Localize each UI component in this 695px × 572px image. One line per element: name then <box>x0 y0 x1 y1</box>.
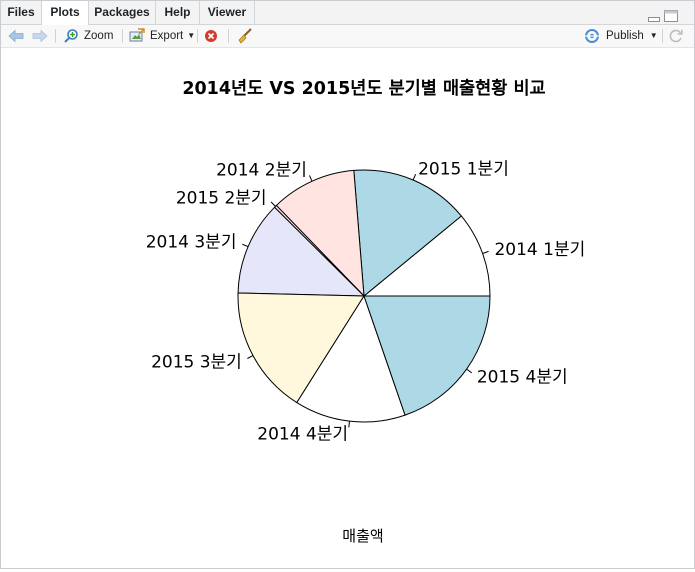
publish-label: Publish <box>606 30 644 42</box>
toolbar-divider <box>197 29 198 43</box>
refresh-icon[interactable] <box>668 25 684 47</box>
chevron-down-icon: ▼ <box>187 31 196 40</box>
pie-label: 2015 4분기 <box>477 367 568 387</box>
publish-icon <box>583 28 601 44</box>
tab-files[interactable]: Files <box>1 1 42 24</box>
pie-label: 2014 2분기 <box>216 161 307 181</box>
toolbar-divider <box>662 29 663 43</box>
export-label: Export <box>150 30 184 42</box>
toolbar-divider <box>55 29 56 43</box>
arrow-right-icon[interactable] <box>31 25 49 47</box>
pie-label-tick <box>242 243 249 248</box>
maximize-pane-icon[interactable] <box>664 7 678 22</box>
toolbar-divider <box>122 29 123 43</box>
pie-label-tick <box>466 368 473 374</box>
tab-viewer[interactable]: Viewer <box>200 1 255 24</box>
plots-toolbar: Zoom Export ▼ Publish ▼ <box>1 25 694 48</box>
zoom-icon <box>63 28 79 44</box>
export-menu-button[interactable]: Export ▼ <box>129 25 195 47</box>
pie-label: 2014 3분기 <box>146 233 237 253</box>
pie-label: 2015 3분기 <box>151 352 242 372</box>
export-icon <box>129 28 145 44</box>
broom-icon[interactable] <box>237 25 253 47</box>
pane-tabbar: Files Plots Packages Help Viewer <box>1 1 694 25</box>
zoom-label: Zoom <box>84 30 114 42</box>
pie-label-tick <box>270 201 276 207</box>
pie-label: 2014 1분기 <box>494 240 585 260</box>
toolbar-divider <box>228 29 229 43</box>
pie-label: 2015 2분기 <box>176 188 267 208</box>
zoom-button[interactable]: Zoom <box>63 25 113 47</box>
pie-label-tick <box>348 421 351 428</box>
chart-xlabel: 매출액 <box>342 527 383 545</box>
plot-canvas: 2014년도 VS 2015년도 분기별 매출현황 비교 2014 1분기 201… <box>1 48 694 568</box>
pie-label: 2015 1분기 <box>418 159 509 179</box>
chevron-down-icon: ▼ <box>649 31 658 40</box>
tab-packages[interactable]: Packages <box>89 1 156 24</box>
pie-label-tick <box>247 355 254 359</box>
pie-label: 2014 4분기 <box>257 425 348 445</box>
remove-plot-icon[interactable] <box>204 25 218 47</box>
pie-label-tick <box>482 250 489 254</box>
publish-button[interactable]: Publish ▼ <box>583 25 658 47</box>
pie-label-tick <box>309 175 313 182</box>
plots-pane: Files Plots Packages Help Viewer Zoom Ex… <box>0 0 695 569</box>
pie-chart: 2014년도 VS 2015년도 분기별 매출현황 비교 2014 1분기 201… <box>146 79 586 545</box>
tab-help[interactable]: Help <box>156 1 200 24</box>
arrow-left-icon[interactable] <box>7 25 25 47</box>
pie-label-tick <box>412 173 417 181</box>
tab-plots[interactable]: Plots <box>42 1 89 25</box>
minimize-pane-icon[interactable] <box>648 7 660 22</box>
chart-title: 2014년도 VS 2015년도 분기별 매출현황 비교 <box>182 79 545 99</box>
